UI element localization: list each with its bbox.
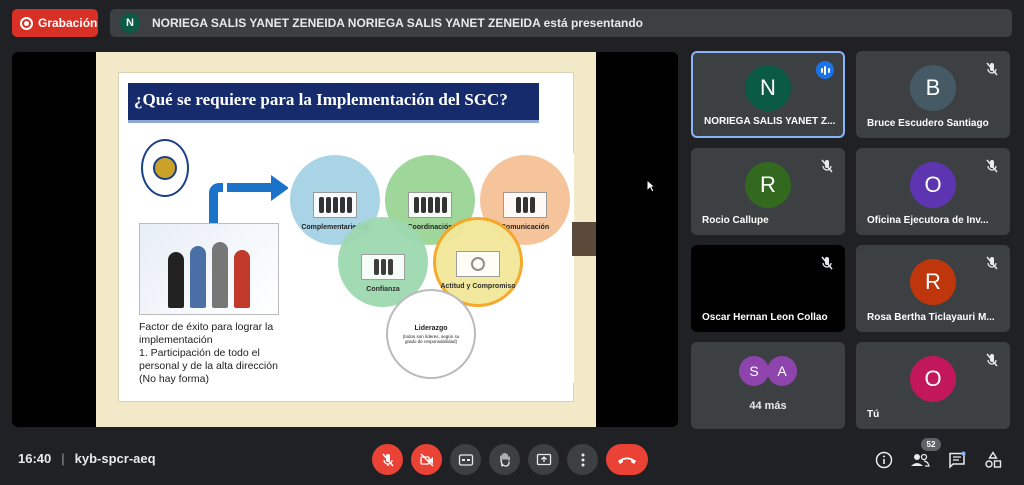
mic-toggle-button[interactable] <box>372 444 403 475</box>
more-participants-label: 44 más <box>749 400 787 412</box>
hand-icon <box>499 452 510 467</box>
participant-tile[interactable]: R Rosa Bertha Ticlayauri M... <box>856 245 1010 332</box>
captions-button[interactable] <box>450 444 481 475</box>
meeting-code: kyb-spcr-aeq <box>74 451 156 466</box>
mic-off-icon <box>821 256 833 270</box>
avatar: O <box>910 161 956 208</box>
slide: ¿Qué se requiere para la Implementación … <box>96 52 596 427</box>
more-participants-tile[interactable]: S A 44 más <box>691 342 845 429</box>
camera-toggle-button[interactable] <box>411 444 442 475</box>
meeting-details-button[interactable] <box>873 449 895 471</box>
recording-icon <box>20 16 33 30</box>
mic-off-icon <box>986 159 998 173</box>
camera-off-icon <box>419 452 434 467</box>
mic-off-icon <box>381 453 394 466</box>
mic-off-icon <box>986 62 998 76</box>
people-icon <box>361 254 405 280</box>
people-button[interactable] <box>909 449 931 471</box>
speaking-indicator-icon <box>816 61 834 79</box>
hang-up-icon <box>618 457 636 464</box>
ring-icon <box>456 251 500 277</box>
arrow-icon <box>209 183 223 223</box>
values-diagram: Complementariedad Coordinación Comunicac… <box>288 153 574 383</box>
presenter-text: NORIEGA SALIS YANET ZENEIDA NORIEGA SALI… <box>152 16 643 30</box>
slide-content: ¿Qué se requiere para la Implementación … <box>118 72 574 402</box>
people-icon <box>408 192 452 218</box>
activities-icon <box>985 451 1002 468</box>
self-tile[interactable]: O Tú <box>856 342 1010 429</box>
present-screen-button[interactable] <box>528 444 559 475</box>
people-icon <box>313 192 357 218</box>
university-seal-icon <box>141 139 189 197</box>
people-icon <box>911 453 930 467</box>
avatar-stack: S A <box>739 356 797 386</box>
teamwork-image <box>139 223 279 315</box>
info-icon <box>875 451 893 469</box>
slide-decoration <box>572 222 596 256</box>
present-icon <box>536 453 551 465</box>
mic-off-icon <box>821 159 833 173</box>
chat-icon <box>949 451 966 469</box>
mic-off-icon <box>986 353 998 367</box>
presentation-stage[interactable]: ¿Qué se requiere para la Implementación … <box>12 52 678 427</box>
slide-title: ¿Qué se requiere para la Implementación … <box>128 83 539 123</box>
more-options-button[interactable] <box>567 444 598 475</box>
activities-button[interactable] <box>982 449 1004 471</box>
participant-name: Rocio Callupe <box>702 215 769 226</box>
avatar: N <box>745 64 791 111</box>
participant-name: NORIEGA SALIS YANET Z... <box>704 116 836 127</box>
chat-button[interactable] <box>946 449 968 471</box>
participant-name: Oscar Hernan Leon Collao <box>702 312 828 323</box>
participant-name: Oficina Ejecutora de Inv... <box>867 215 989 226</box>
avatar: S <box>739 356 769 386</box>
participant-name: Tú <box>867 409 880 420</box>
presenter-avatar: N <box>120 13 140 33</box>
participant-tile[interactable]: B Bruce Escudero Santiago <box>856 51 1010 138</box>
mouse-cursor-icon <box>646 179 656 193</box>
factor-text: Factor de éxito para lograr la implement… <box>139 321 278 385</box>
circle-liderazgo: Liderazgo (todos son líderes, según su g… <box>386 289 476 379</box>
participant-tile[interactable]: Oscar Hernan Leon Collao <box>691 245 845 332</box>
separator: | <box>61 451 65 466</box>
participant-tile[interactable]: N NORIEGA SALIS YANET Z... <box>691 51 845 138</box>
participant-name: Bruce Escudero Santiago <box>867 118 989 129</box>
leave-call-button[interactable] <box>606 444 648 475</box>
participant-tile[interactable]: R Rocio Callupe <box>691 148 845 235</box>
avatar: O <box>910 355 956 402</box>
people-icon <box>503 192 547 218</box>
recording-label: Grabación <box>38 16 98 30</box>
more-vert-icon <box>581 453 584 466</box>
meeting-info: 16:40 | kyb-spcr-aeq <box>18 451 156 466</box>
participant-tile[interactable]: O Oficina Ejecutora de Inv... <box>856 148 1010 235</box>
avatar: R <box>910 258 956 305</box>
meeting-time: 16:40 <box>18 451 52 466</box>
captions-icon <box>458 453 473 466</box>
mic-off-icon <box>986 256 998 270</box>
recording-button[interactable]: Grabación <box>12 9 98 37</box>
avatar: A <box>767 356 797 386</box>
avatar: B <box>910 64 956 111</box>
presenter-banner: N NORIEGA SALIS YANET ZENEIDA NORIEGA SA… <box>110 9 1012 37</box>
participant-name: Rosa Bertha Ticlayauri M... <box>867 312 995 323</box>
raise-hand-button[interactable] <box>489 444 520 475</box>
avatar: R <box>745 161 791 208</box>
